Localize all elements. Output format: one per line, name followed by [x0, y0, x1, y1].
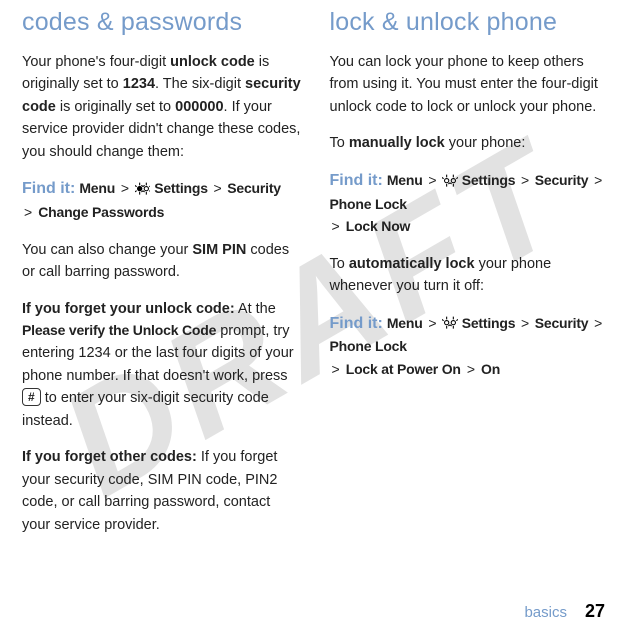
text: You can also change your	[22, 242, 192, 258]
path-item: Settings	[154, 180, 208, 196]
path-item: Menu	[387, 315, 423, 331]
paragraph: If you forget your unlock code: At the P…	[22, 298, 302, 433]
gear-icon	[135, 180, 151, 194]
paragraph: You can lock your phone to keep others f…	[330, 51, 610, 118]
path-item: Settings	[462, 172, 516, 188]
separator-icon: >	[426, 315, 438, 331]
bold-text: If you forget your unlock code:	[22, 301, 235, 317]
separator-icon: >	[519, 315, 531, 331]
paragraph: To automatically lock your phone wheneve…	[330, 253, 610, 298]
section-label: basics	[524, 604, 567, 621]
page-number: 27	[585, 601, 605, 621]
path-item: Change Passwords	[38, 204, 164, 220]
separator-icon: >	[592, 172, 604, 188]
paragraph: To manually lock your phone:	[330, 132, 610, 154]
separator-icon: >	[212, 180, 224, 196]
bold-text: 000000	[175, 99, 223, 115]
find-it-label: Find it:	[330, 172, 383, 189]
text: To	[330, 135, 349, 151]
path-item: Menu	[387, 172, 423, 188]
hash-key-icon: #	[22, 388, 41, 406]
text: to enter your six-digit security code in…	[22, 390, 269, 428]
right-column: lock & unlock phone You can lock your ph…	[330, 8, 610, 550]
bold-text: 1234	[123, 76, 155, 92]
path-item: Phone Lock	[330, 196, 407, 212]
gear-icon	[442, 315, 458, 329]
separator-icon: >	[330, 218, 342, 234]
path-item: Security	[535, 172, 589, 188]
bold-text: automatically lock	[349, 256, 475, 272]
text: To	[330, 256, 349, 272]
page-footer: basics 27	[524, 601, 605, 622]
path-item: On	[481, 361, 500, 377]
separator-icon: >	[119, 180, 131, 196]
find-it-line: Find it: Menu > Settings > Security > Ch…	[22, 177, 302, 224]
path-item: Lock Now	[346, 218, 411, 234]
find-it-label: Find it:	[22, 180, 75, 197]
bold-text: If you forget other codes:	[22, 449, 197, 465]
paragraph: Your phone's four-digit unlock code is o…	[22, 51, 302, 163]
heading-lock-unlock: lock & unlock phone	[330, 8, 610, 37]
paragraph: If you forget other codes: If you forget…	[22, 446, 302, 536]
separator-icon: >	[465, 361, 477, 377]
bold-text: unlock code	[170, 54, 255, 70]
text: Your phone's four-digit	[22, 54, 170, 70]
heading-codes-passwords: codes & passwords	[22, 8, 302, 37]
page-content: codes & passwords Your phone's four-digi…	[0, 0, 627, 550]
path-item: Menu	[79, 180, 115, 196]
separator-icon: >	[22, 204, 34, 220]
text: . The six-digit	[155, 76, 245, 92]
paragraph: You can also change your SIM PIN codes o…	[22, 239, 302, 284]
bold-text: manually lock	[349, 135, 445, 151]
path-item: Security	[535, 315, 589, 331]
separator-icon: >	[426, 172, 438, 188]
menu-path: Menu > Settings > Security	[79, 180, 281, 196]
find-it-line: Find it: Menu > Settings > Security > Ph…	[330, 312, 610, 382]
separator-icon: >	[519, 172, 531, 188]
left-column: codes & passwords Your phone's four-digi…	[22, 8, 302, 550]
path-item: Phone Lock	[330, 338, 407, 354]
path-item: Lock at Power On	[346, 361, 461, 377]
gear-icon	[442, 172, 458, 186]
text: is originally set to	[56, 99, 175, 115]
separator-icon: >	[592, 315, 604, 331]
separator-icon: >	[330, 361, 342, 377]
text: At the	[235, 301, 276, 317]
find-it-label: Find it:	[330, 315, 383, 332]
bold-text: SIM PIN	[192, 242, 246, 258]
inline-menu-text: Please verify the Unlock Code	[22, 322, 216, 338]
path-item: Security	[227, 180, 281, 196]
path-item: Settings	[462, 315, 516, 331]
find-it-line: Find it: Menu > Settings > Security > Ph…	[330, 169, 610, 239]
text: your phone:	[445, 135, 526, 151]
